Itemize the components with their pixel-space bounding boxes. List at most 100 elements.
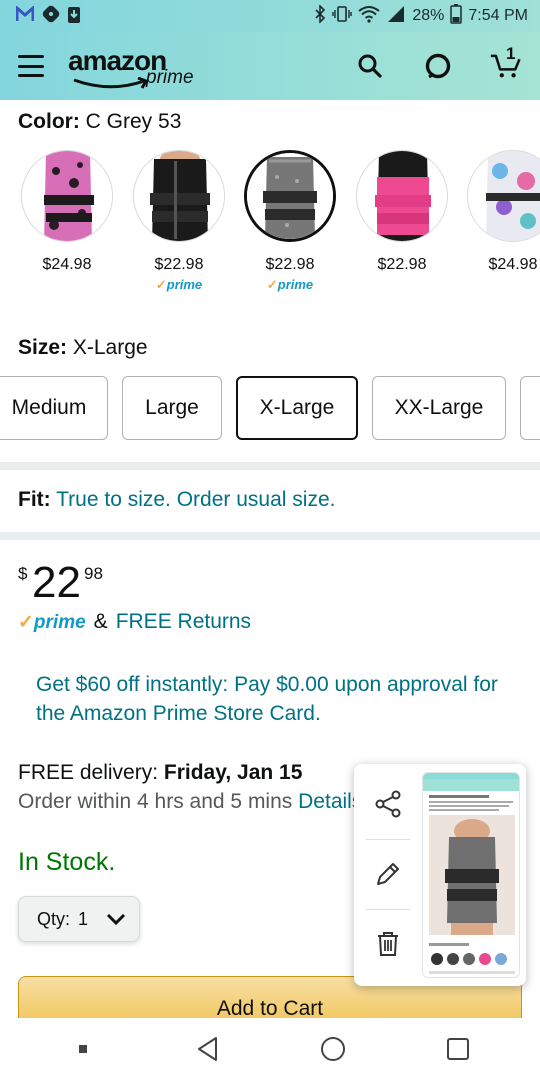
cart-button[interactable]: 1 [490,44,522,82]
search-icon [358,54,382,78]
qty-value: 1 [78,908,89,929]
share-button[interactable] [366,782,410,826]
fit-link[interactable]: True to size. Order usual size. [56,488,335,511]
size-option-medium[interactable]: Medium [0,376,108,440]
fit-info: Fit: True to size. Order usual size. [18,488,335,512]
swatch-prime-badge: ✓prime [155,277,203,292]
qty-label: Qty: [37,908,71,929]
delete-button[interactable] [366,922,410,966]
size-option-xx-large[interactable]: XX-Large [372,376,506,440]
menu-icon-bar [18,74,44,77]
product-content: Color: C Grey 53 $24.98 $22.98 ✓prime $2… [0,100,540,1018]
screenshot-tools [354,764,422,986]
color-value: C Grey 53 [85,110,182,133]
pencil-icon [377,863,399,885]
smile-arrow-icon [73,77,149,89]
order-within-line: Order within 4 hrs and 5 mins Details [18,787,358,816]
order-within-text: Order within 4 hrs and 5 mins [18,790,293,813]
edit-button[interactable] [366,852,410,896]
swatch-image [244,150,336,242]
screenshot-preview-card [354,764,526,986]
swatch-price: $22.98 [377,256,427,273]
fit-label: Fit: [18,488,51,511]
delivery-line: FREE delivery: Friday, Jan 15 [18,758,358,787]
prime-text: prime [33,612,86,633]
color-label: Color: [18,110,80,133]
delivery-details-link[interactable]: Details [298,790,358,813]
system-navigation-bar [0,1018,540,1080]
swatch-price: $22.98 [154,256,204,273]
color-selection-label: Color: C Grey 53 [18,110,181,134]
alexa-button[interactable] [422,50,454,82]
prime-ampersand: & [93,610,108,633]
swatch-image [21,150,113,242]
delivery-label: FREE delivery: [18,761,159,784]
battery-percent: 28% [412,7,445,24]
swatch-price: $24.98 [488,256,538,273]
status-notifications [15,4,80,28]
notification-app-icon [15,4,35,27]
screenshot-thumbnail[interactable] [422,772,520,978]
search-button[interactable] [354,50,386,82]
nav-home-button[interactable] [313,1036,353,1062]
tag-icon [42,5,60,28]
signal-icon [386,5,406,28]
status-bar: 28% 7:54 PM [0,0,540,32]
swatch-prime-text: prime [166,277,203,292]
delivery-date: Friday, Jan 15 [163,761,303,784]
battery-icon [450,3,463,29]
swatch-image [467,150,540,242]
swatch-image [133,150,225,242]
color-swatch-grey-selected[interactable]: $22.98 ✓prime [235,150,345,293]
nav-recents-button[interactable] [438,1037,478,1061]
swatch-price: $22.98 [265,256,315,273]
section-divider [0,462,540,470]
swatch-prime-text: prime [277,277,314,292]
delivery-info: FREE delivery: Friday, Jan 15 Order with… [18,758,358,816]
chevron-down-icon [106,913,126,926]
color-swatch-pink[interactable]: $22.98 [347,150,457,274]
cart-count-badge: 1 [506,44,516,63]
tool-separator [366,909,410,910]
home-circle-icon [320,1037,345,1061]
size-option-next[interactable] [520,376,540,440]
tool-separator [366,839,410,840]
prime-card-promo-link[interactable]: Get $60 off instantly: Pay $0.00 upon ap… [36,670,516,728]
size-selection-label: Size: X-Large [18,336,148,360]
swatch-image [356,150,448,242]
free-returns-link[interactable]: FREE Returns [116,610,251,634]
prime-returns-row: ✓prime & FREE Returns [18,610,251,634]
prime-badge: ✓prime [18,612,86,633]
color-swatch-pink-leopard[interactable]: $24.98 [12,150,122,274]
share-icon [375,790,401,818]
logo-prime-text: prime [146,67,194,88]
size-value: X-Large [72,336,148,359]
stock-status: In Stock. [18,848,116,876]
menu-button[interactable] [18,55,44,77]
vibrate-icon [332,5,353,28]
size-label: Size: [18,336,68,359]
nav-dot-button[interactable] [63,1044,103,1054]
quantity-dropdown[interactable]: Qty: 1 [18,896,140,942]
recents-square-icon [446,1038,469,1060]
color-swatch-black[interactable]: $22.98 ✓prime [124,150,234,293]
size-option-x-large[interactable]: X-Large [236,376,358,440]
back-triangle-icon [197,1037,217,1061]
color-swatch-floral[interactable]: $24.98 [458,150,540,274]
wifi-icon [358,5,380,28]
bluetooth-icon [314,3,326,28]
amazon-prime-logo[interactable]: amazon prime [68,41,198,91]
color-swatches: $24.98 $22.98 ✓prime $22.98 ✓prime $22.9… [0,150,540,300]
swatch-prime-badge: ✓prime [266,277,314,292]
nav-back-button[interactable] [188,1036,228,1062]
price-fraction: 98 [84,564,103,583]
dot-icon [78,1045,87,1053]
app-header: amazon prime 1 [0,32,540,100]
size-option-large[interactable]: Large [122,376,222,440]
section-divider [0,532,540,540]
clock: 7:54 PM [468,7,528,24]
price-currency: $ [18,564,28,583]
status-system: 28% 7:54 PM [314,3,528,29]
price-whole: 22 [32,558,81,607]
menu-icon-bar [18,64,44,68]
